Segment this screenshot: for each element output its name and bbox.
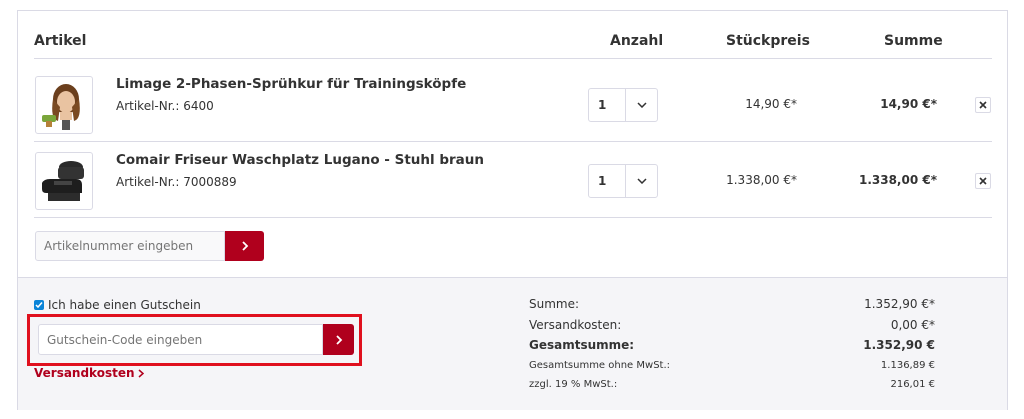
cart-header: Artikel Anzahl Stückpreis Summe	[18, 11, 1007, 69]
product-name[interactable]: Limage 2-Phasen-Sprühkur für Trainingskö…	[116, 76, 466, 92]
product-name[interactable]: Comair Friseur Waschplatz Lugano - Stuhl…	[116, 152, 484, 168]
quantity-value: 1	[598, 174, 607, 188]
article-number: Artikel-Nr.: 7000889	[116, 175, 237, 189]
summary-label-vat: zzgl. 19 % MwSt.:	[529, 379, 618, 390]
header-anzahl: Anzahl	[610, 33, 664, 49]
wash-station-chair-icon[interactable]	[35, 152, 93, 210]
summary-label-total: Gesamtsumme:	[529, 338, 635, 352]
summary-value-summe: 1.352,90 €*	[864, 297, 935, 311]
chevron-down-icon[interactable]	[625, 89, 657, 121]
summary-value-vat: 216,01 €	[890, 379, 935, 390]
summary-label-net: Gesamtsumme ohne MwSt.:	[529, 360, 671, 371]
cart-footer: Ich habe einen Gutschein Versandkosten S…	[18, 277, 1007, 410]
voucher-submit-button[interactable]	[323, 324, 354, 355]
remove-item-button[interactable]	[975, 173, 991, 189]
voucher-checkbox[interactable]: Ich habe einen Gutschein	[34, 298, 201, 312]
unit-price: 1.338,00 €*	[726, 173, 797, 187]
summary-label-shipping: Versandkosten:	[529, 318, 622, 332]
header-stueckpreis: Stückpreis	[726, 33, 810, 49]
summary-value-shipping: 0,00 €*	[890, 318, 935, 332]
quantity-value: 1	[598, 98, 607, 112]
summary-label-summe: Summe:	[529, 297, 580, 311]
checkbox-checked-icon[interactable]	[34, 300, 44, 310]
quantity-select[interactable]: 1	[588, 164, 658, 198]
shipping-costs-link[interactable]: Versandkosten	[34, 366, 144, 380]
article-number-input[interactable]	[35, 231, 225, 261]
item-total: 1.338,00 €*	[858, 173, 937, 187]
shipping-costs-label: Versandkosten	[34, 366, 135, 380]
header-artikel: Artikel	[34, 33, 87, 49]
chevron-right-icon	[138, 368, 144, 378]
cart-item: Limage 2-Phasen-Sprühkur für Trainingskö…	[18, 75, 1009, 150]
row-divider	[34, 217, 992, 218]
chevron-right-icon	[241, 241, 248, 251]
chevron-down-icon[interactable]	[625, 165, 657, 197]
summary-value-net: 1.136,89 €	[880, 360, 935, 371]
training-head-icon[interactable]	[35, 76, 93, 134]
unit-price: 14,90 €*	[745, 97, 797, 111]
item-total: 14,90 €*	[880, 97, 937, 111]
close-icon	[979, 101, 987, 109]
header-summe: Summe	[884, 33, 943, 49]
voucher-checkbox-label: Ich habe einen Gutschein	[48, 298, 201, 312]
quantity-select[interactable]: 1	[588, 88, 658, 122]
row-divider	[34, 141, 992, 142]
summary-value-total: 1.352,90 €	[863, 338, 935, 352]
header-divider	[34, 58, 992, 59]
article-number: Artikel-Nr.: 6400	[116, 99, 214, 113]
add-product-button[interactable]	[225, 231, 264, 261]
voucher-code-input[interactable]	[38, 324, 323, 355]
close-icon	[979, 177, 987, 185]
add-product-form	[35, 231, 264, 261]
cart-item: Comair Friseur Waschplatz Lugano - Stuhl…	[18, 151, 1009, 226]
remove-item-button[interactable]	[975, 97, 991, 113]
shopping-cart: Artikel Anzahl Stückpreis Summe Limage 2…	[17, 10, 1008, 410]
chevron-right-icon	[335, 334, 342, 345]
voucher-highlight	[27, 314, 362, 366]
